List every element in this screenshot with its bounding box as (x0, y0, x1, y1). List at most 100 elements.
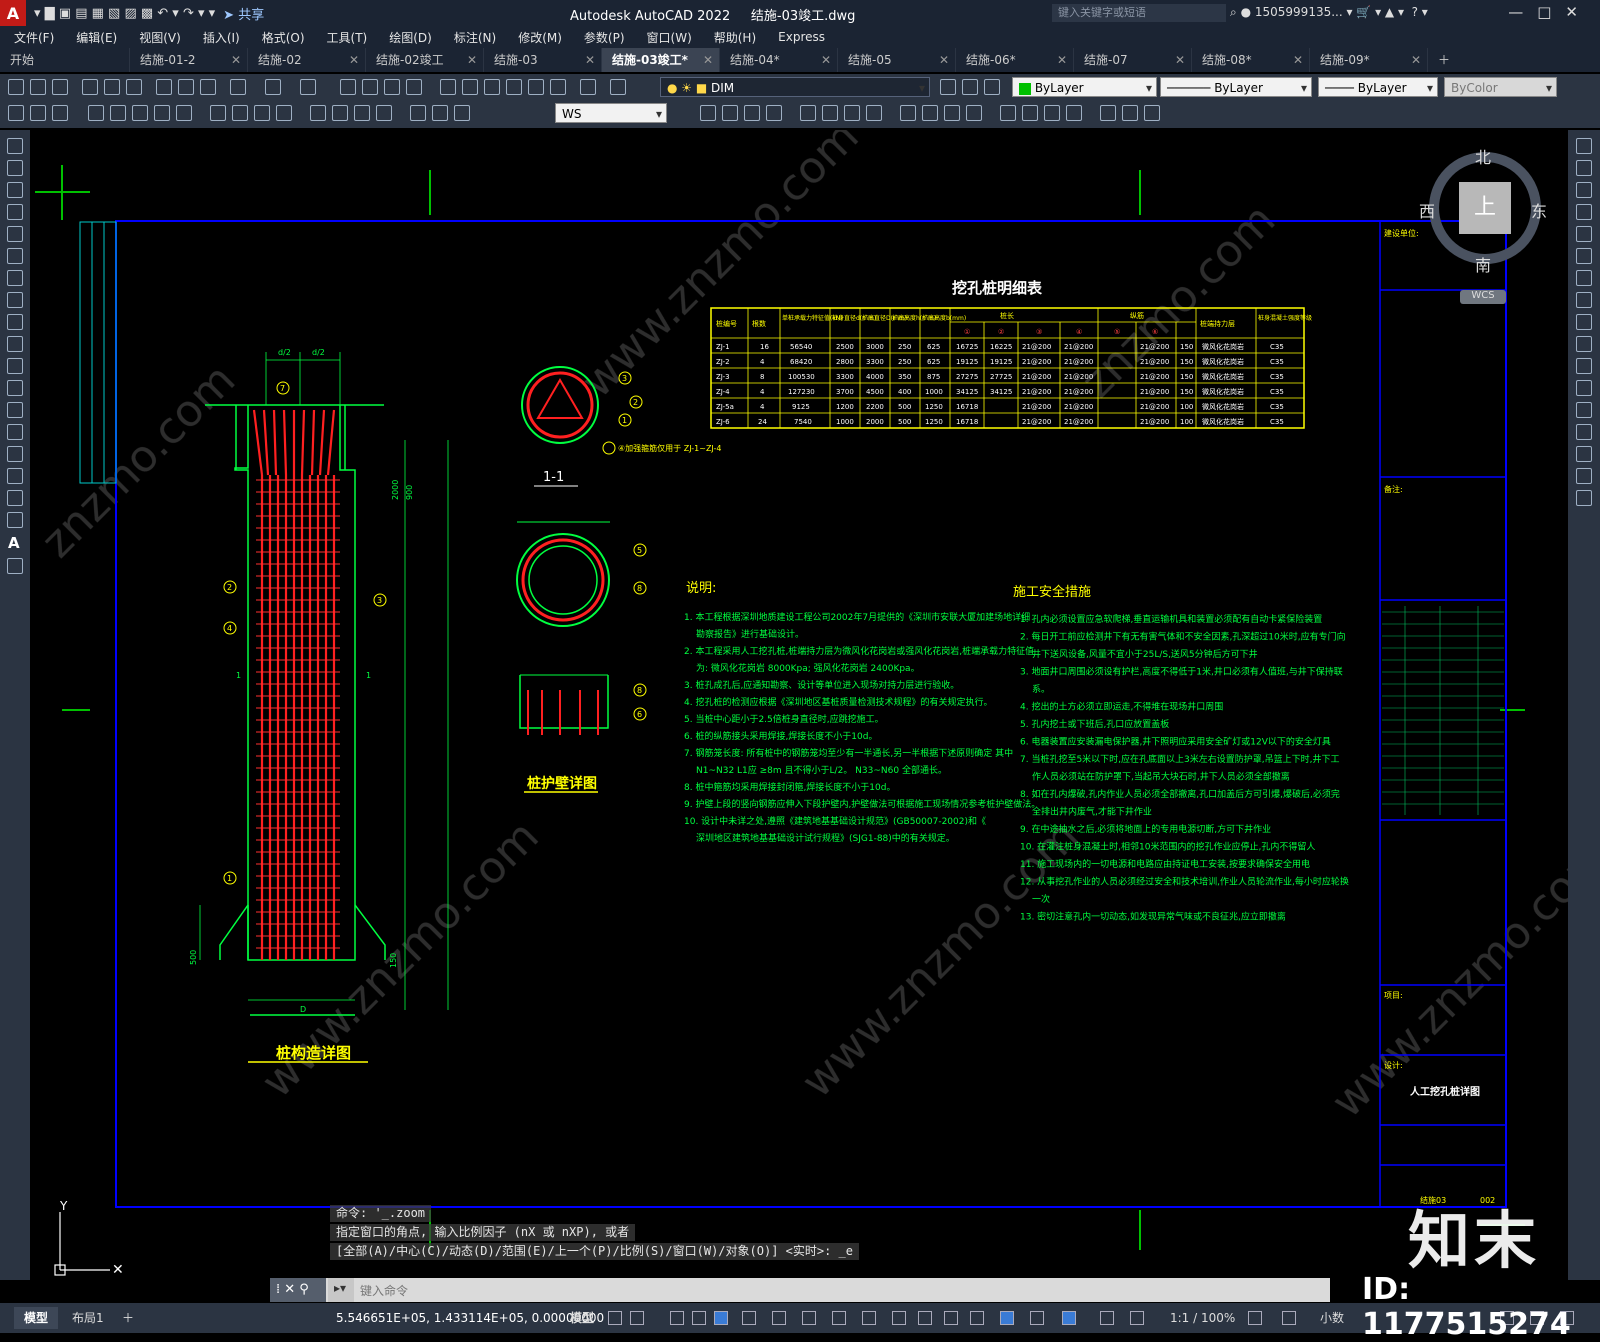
autocad-logo-icon[interactable]: A (0, 0, 26, 26)
paste-icon[interactable] (200, 79, 216, 95)
polygon-icon[interactable] (7, 204, 23, 220)
layer-previous-icon[interactable] (940, 79, 956, 95)
tab-file[interactable]: 结施-08* ✕ (1192, 48, 1310, 72)
dim-diameter-icon[interactable] (154, 105, 170, 121)
orbit-icon[interactable] (1000, 105, 1016, 121)
tool-palette-icon[interactable] (484, 79, 500, 95)
infer-icon[interactable] (670, 1311, 684, 1325)
dim-linear-icon[interactable] (8, 105, 24, 121)
quick-dim-icon[interactable] (210, 105, 226, 121)
units-dropdown[interactable]: 小数 (1310, 1307, 1354, 1329)
copy-icon[interactable] (178, 79, 194, 95)
rotate-icon[interactable] (1576, 270, 1592, 286)
ellipse-icon[interactable] (7, 336, 23, 352)
close-icon[interactable]: ✕ (585, 48, 595, 72)
dim-space-icon[interactable] (276, 105, 292, 121)
make-current-icon[interactable] (984, 79, 1000, 95)
make-block-icon[interactable] (7, 402, 23, 418)
grid-icon[interactable] (608, 1311, 622, 1325)
view-iso-sw-icon[interactable] (800, 105, 816, 121)
zoom-previous-icon[interactable] (406, 79, 422, 95)
menu-file[interactable]: 文件(F) (14, 29, 54, 46)
pan-icon[interactable] (340, 79, 356, 95)
point-icon[interactable] (7, 424, 23, 440)
selection-filter-icon[interactable] (1000, 1311, 1014, 1325)
visual-style-icon[interactable] (900, 105, 916, 121)
erase-icon[interactable] (1576, 138, 1592, 154)
rectangle-icon[interactable] (7, 226, 23, 242)
array-icon[interactable] (1576, 226, 1592, 242)
add-selected-icon[interactable] (7, 558, 23, 574)
view-iso-ne-icon[interactable] (844, 105, 860, 121)
viewcube[interactable]: 上 北 南 西 东 (1419, 148, 1547, 275)
polyline-icon[interactable] (7, 182, 23, 198)
walk-icon[interactable] (1044, 105, 1060, 121)
view-right-icon[interactable] (766, 105, 782, 121)
quick-access-icons[interactable]: ▾ ▇ ▣ ▤ ▦ ▧ ▨ ▩ ↶ ▾ ↷ ▾ ▾ (34, 6, 215, 21)
zoom-realtime-icon[interactable] (362, 79, 378, 95)
extend-icon[interactable] (1576, 358, 1592, 374)
center-mark-icon[interactable] (332, 105, 348, 121)
new-icon[interactable] (8, 79, 24, 95)
close-icon[interactable]: ✕ (821, 48, 831, 72)
markup-icon[interactable] (528, 79, 544, 95)
realistic-icon[interactable] (944, 105, 960, 121)
break-icon[interactable] (1576, 380, 1592, 396)
close-icon[interactable]: ✕ (231, 48, 241, 72)
revcloud-icon[interactable] (7, 292, 23, 308)
ellipse-arc-icon[interactable] (7, 358, 23, 374)
free-orbit-icon[interactable] (1022, 105, 1038, 121)
close-icon[interactable]: ✕ (1057, 48, 1067, 72)
tab-file[interactable]: 结施-07 ✕ (1074, 48, 1192, 72)
match-properties-icon[interactable] (230, 79, 246, 95)
trim-icon[interactable] (1576, 336, 1592, 352)
view-left-icon[interactable] (744, 105, 760, 121)
view-iso-se-icon[interactable] (822, 105, 838, 121)
wcs-menu[interactable]: WCS (1460, 290, 1506, 304)
new-tab-button[interactable]: ＋ (1428, 48, 1468, 72)
dim-text-edit-icon[interactable] (432, 105, 448, 121)
print-icon[interactable] (82, 79, 98, 95)
jogged-linear-icon[interactable] (376, 105, 392, 121)
layer-state-icon[interactable] (962, 79, 978, 95)
close-icon[interactable]: ✕ (703, 48, 713, 72)
tab-start[interactable]: 开始 (0, 48, 130, 72)
isodraft-icon[interactable] (772, 1311, 786, 1325)
fly-icon[interactable] (1066, 105, 1082, 121)
ortho-icon[interactable] (714, 1311, 728, 1325)
shaded-icon[interactable] (922, 105, 938, 121)
copy-object-icon[interactable] (1576, 160, 1592, 176)
model-space-button[interactable]: 模型 (560, 1307, 604, 1329)
materials-icon[interactable] (1144, 105, 1160, 121)
object-snap-tracking-icon[interactable] (802, 1311, 816, 1325)
menu-tools[interactable]: 工具(T) (327, 29, 368, 46)
tab-file[interactable]: 结施-04* ✕ (720, 48, 838, 72)
plotstyle-dropdown[interactable]: ByColor (1444, 77, 1557, 98)
lineweight-icon[interactable] (862, 1311, 876, 1325)
compass-west[interactable]: 西 (1419, 198, 1435, 222)
close-icon[interactable]: ✕ (1565, 3, 1592, 21)
render-icon[interactable] (1100, 105, 1116, 121)
publish-icon[interactable] (126, 79, 142, 95)
dynamic-ucs-icon[interactable] (970, 1311, 984, 1325)
compass-north[interactable]: 北 (1475, 144, 1491, 168)
polar-icon[interactable] (742, 1311, 756, 1325)
tab-layout1[interactable]: 布局1 (62, 1307, 114, 1329)
transparency-icon[interactable] (892, 1311, 906, 1325)
redo-icon[interactable] (300, 79, 316, 95)
tab-file[interactable]: 结施-09* ✕ (1310, 48, 1428, 72)
command-line[interactable]: ⁞ ✕ ⚲ ▸▾ 键入命令 (270, 1278, 1330, 1302)
user-account[interactable]: ⌕ ● 1505999135... ▾ 🛒 ▾ ▲ ▾ ? ▾ (1230, 5, 1428, 20)
close-icon[interactable]: ✕ (467, 48, 477, 72)
annotation-visibility-icon[interactable] (1062, 1311, 1076, 1325)
command-close-icon[interactable]: ⁞ ✕ ⚲ (270, 1278, 326, 1302)
dim-edit-icon[interactable] (410, 105, 426, 121)
dim-radius-icon[interactable] (110, 105, 126, 121)
region-icon[interactable] (7, 490, 23, 506)
annotation-scale-icon[interactable] (1130, 1311, 1144, 1325)
close-icon[interactable]: ✕ (939, 48, 949, 72)
insert-block-icon[interactable] (7, 380, 23, 396)
zoom-window-icon[interactable] (384, 79, 400, 95)
dim-baseline-icon[interactable] (232, 105, 248, 121)
join-icon[interactable] (1576, 402, 1592, 418)
